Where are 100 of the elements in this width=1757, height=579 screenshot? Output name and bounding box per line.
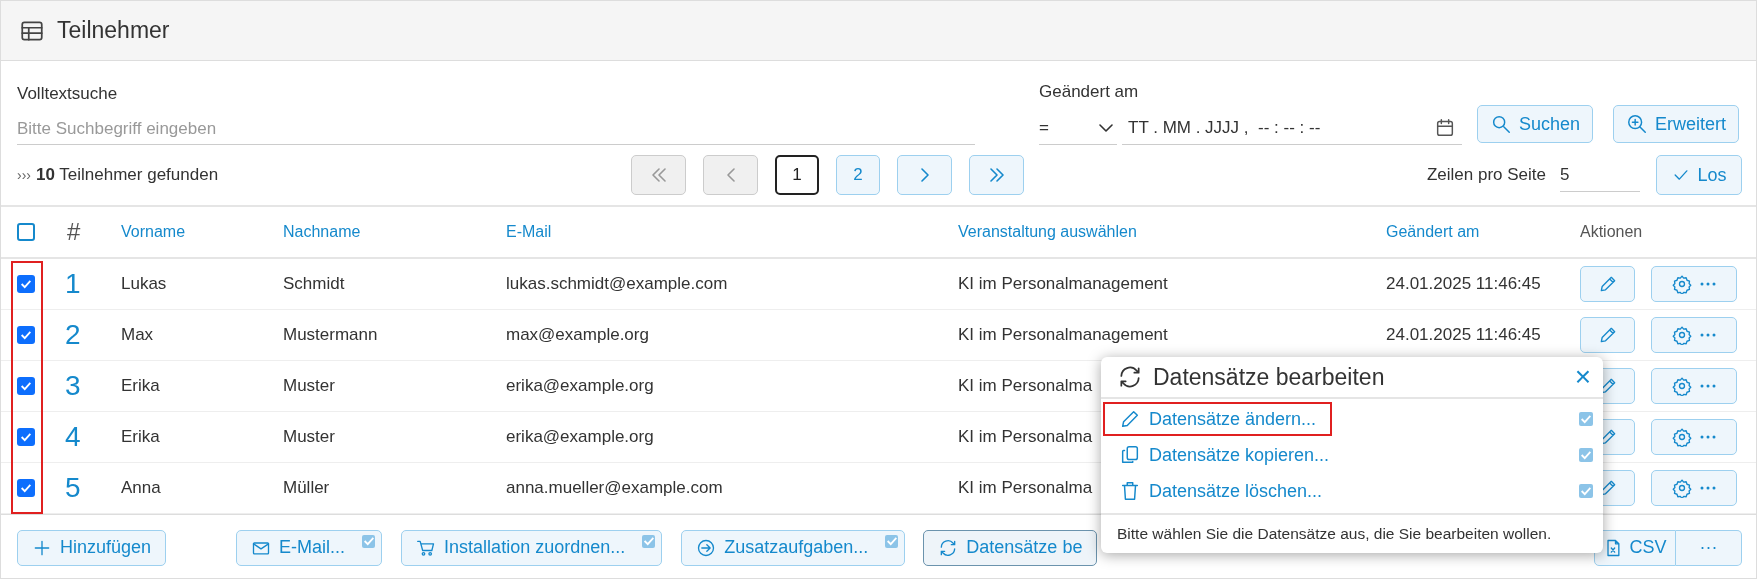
page-button[interactable]: 2: [836, 155, 880, 195]
table-cell: Max: [121, 325, 154, 345]
table-cell: lukas.schmidt@example.com: [506, 274, 728, 294]
close-button[interactable]: ×: [1574, 363, 1591, 391]
menu-item[interactable]: Datensätze ändern...: [1103, 402, 1333, 436]
check-icon: [21, 330, 31, 340]
gear-icon: [1672, 427, 1692, 447]
field-label: Volltextsuche: [17, 83, 119, 105]
chevron-left-icon: [726, 168, 735, 182]
page-title: Teilnehmer: [57, 16, 170, 46]
last-page-button[interactable]: [969, 155, 1024, 195]
refresh-icon: [1117, 364, 1143, 390]
field-label: Geändert am: [1039, 81, 1140, 103]
menu-item-checkbox[interactable]: [1579, 484, 1593, 498]
search-field[interactable]: Bitte Suchbegriff eingeben: [17, 113, 975, 145]
check-icon: [1581, 450, 1591, 460]
operator-select[interactable]: =: [1039, 111, 1117, 145]
gear-icon: [1672, 478, 1692, 498]
table-cell: KI im Personalmanagement: [958, 274, 1168, 294]
table-cell: Lukas: [121, 274, 167, 294]
table-cell: 24.01.2025 11:46:45: [1386, 274, 1541, 294]
advanced-search-button[interactable]: Erweitert: [1613, 105, 1740, 143]
settings-button[interactable]: [1651, 317, 1737, 353]
edit-button[interactable]: [1580, 317, 1635, 353]
settings-button[interactable]: [1651, 419, 1737, 455]
popup-title: Datensätze bearbeiten: [1153, 362, 1385, 392]
menu-item[interactable]: Datensätze kopieren...: [1103, 438, 1346, 472]
row-number: 1: [64, 268, 81, 299]
edit-button[interactable]: [1580, 266, 1635, 302]
check-icon: [21, 381, 31, 391]
pencil-icon: [1119, 408, 1141, 430]
row-checkbox[interactable]: [17, 479, 35, 497]
check-icon: [21, 432, 31, 442]
check-icon: [1581, 414, 1591, 424]
more-icon: [1700, 384, 1716, 388]
table-cell: Muster: [283, 427, 335, 447]
gear-icon: [1672, 376, 1692, 396]
check-icon: [1581, 486, 1591, 496]
additional-tasks-button[interactable]: Zusatzaufgaben...: [681, 529, 906, 566]
zoom-in-icon: [1626, 113, 1649, 135]
row-checkbox[interactable]: [17, 326, 35, 344]
more-icon: [1700, 333, 1716, 337]
more-button[interactable]: ···: [1676, 529, 1742, 566]
trash-icon: [1119, 480, 1141, 502]
settings-button[interactable]: [1651, 470, 1737, 506]
column-header[interactable]: E-Mail: [506, 223, 552, 240]
search-button[interactable]: Suchen: [1477, 105, 1594, 143]
table-cell: Erika: [121, 376, 160, 396]
select-all-checkbox[interactable]: [17, 223, 35, 241]
result-marker: ›››: [17, 165, 31, 185]
copy-icon: [1119, 444, 1141, 466]
check-icon: [21, 279, 31, 289]
gear-icon: [1672, 325, 1692, 345]
column-header[interactable]: Geändert am: [1386, 223, 1480, 240]
row-checkbox[interactable]: [17, 428, 35, 446]
email-button[interactable]: E-Mail...: [236, 529, 383, 566]
settings-button[interactable]: [1651, 266, 1737, 302]
row-checkbox[interactable]: [17, 275, 35, 293]
table-cell: Müller: [283, 478, 330, 498]
row-number: 4: [64, 421, 81, 452]
table-cell: Anna: [121, 478, 161, 498]
rows-per-page-label: Zeilen pro Seite: [1426, 164, 1546, 187]
gear-icon: [1672, 274, 1692, 294]
popup-hint: Bitte wählen Sie die Datensätze aus, die Sie bearbeiten wollen.: [1117, 524, 1552, 545]
table-cell: 24.01.2025 11:46:45: [1386, 325, 1541, 345]
result-count: 10 Teilnehmer gefunden: [36, 164, 220, 187]
table-cell: anna.mueller@example.com: [506, 478, 723, 498]
go-button[interactable]: Los: [1656, 155, 1742, 195]
column-header: Aktionen: [1580, 223, 1643, 240]
add-button[interactable]: Hinzufügen: [17, 529, 167, 566]
more-icon: [1700, 435, 1716, 439]
csv-button[interactable]: CSV: [1594, 529, 1676, 566]
double-chevron-left-icon: [651, 168, 666, 182]
chevron-right-icon: [920, 168, 929, 182]
menu-item-checkbox[interactable]: [1579, 412, 1593, 426]
chevron-down-icon: [1099, 123, 1113, 132]
menu-item-checkbox[interactable]: [1579, 448, 1593, 462]
row-number: 2: [64, 319, 81, 350]
table-cell: KI im Personalma: [958, 376, 1093, 396]
more-icon: [1700, 486, 1716, 490]
table-cell: Muster: [283, 376, 335, 396]
table-cell: Mustermann: [283, 325, 378, 345]
page-button[interactable]: 1: [775, 155, 819, 195]
check-icon: [21, 483, 31, 493]
assign-installation-button[interactable]: Installation zuordnen...: [401, 529, 663, 566]
rows-per-page-field[interactable]: 5: [1560, 158, 1640, 192]
table-cell: max@example.org: [506, 325, 649, 345]
settings-button[interactable]: [1651, 368, 1737, 404]
row-checkbox[interactable]: [17, 377, 35, 395]
column-header[interactable]: Vorname: [121, 223, 186, 240]
table-cell: Erika: [121, 427, 160, 447]
edit-records-button[interactable]: Datensätze be: [923, 529, 1098, 566]
column-header[interactable]: Veranstaltung auswählen: [958, 223, 1137, 240]
calendar-icon: [1434, 116, 1456, 139]
column-header: #: [66, 218, 81, 245]
column-header[interactable]: Nachname: [283, 223, 361, 240]
table-cell: KI im Personalmanagement: [958, 325, 1168, 345]
date-field[interactable]: TT . MM . JJJJ , -- : -- : --: [1122, 111, 1462, 145]
table-cell: erika@example.org: [506, 427, 654, 447]
menu-item[interactable]: Datensätze löschen...: [1103, 474, 1339, 508]
